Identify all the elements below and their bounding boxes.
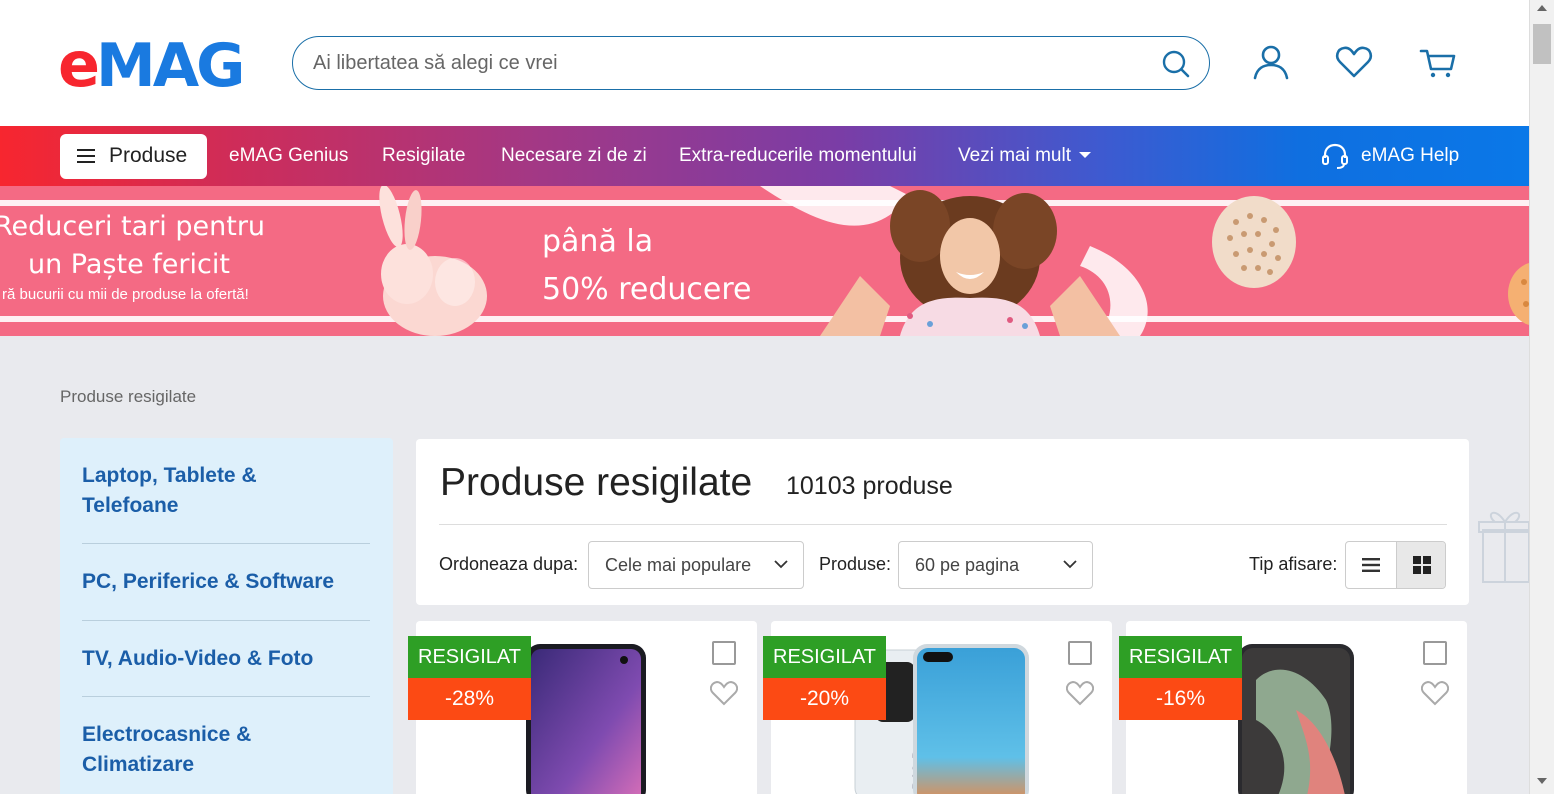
nav-item-resigilate[interactable]: Resigilate [382, 145, 465, 167]
banner-title-line1: Reduceri tari pentru [0, 211, 266, 242]
sidebar-item-label: PC, Periferice & Software [82, 570, 335, 593]
per-page-dropdown[interactable]: 60 pe pagina [898, 541, 1093, 589]
compare-checkbox[interactable] [1423, 641, 1447, 665]
sidebar-item-label: TV, Audio-Video & Foto [82, 647, 314, 670]
sidebar-item-electrocasnice-climatizare[interactable]: Electrocasnice & Climatizare [82, 720, 370, 780]
compare-checkbox[interactable] [712, 641, 736, 665]
banner-offer-line2: 50% reducere [542, 272, 752, 307]
scroll-thumb[interactable] [1533, 24, 1551, 64]
grid-view-icon [1413, 556, 1431, 574]
sidebar-item-tv-audio-video-foto[interactable]: TV, Audio-Video & Foto [82, 644, 370, 674]
divider [439, 524, 1447, 525]
heart-icon[interactable] [1066, 680, 1094, 706]
search-icon[interactable] [1161, 49, 1191, 79]
view-type-toggle [1345, 541, 1446, 589]
sidebar-item-label: Laptop, Tablete & [82, 464, 257, 487]
account-icon[interactable] [1251, 42, 1291, 82]
product-count: 10103 produse [786, 472, 953, 500]
sidebar-item-pc-periferice-software[interactable]: PC, Periferice & Software [82, 567, 370, 597]
nav-item-emag-genius[interactable]: eMAG Genius [229, 145, 348, 167]
sort-label: Ordoneaza dupa: [439, 554, 579, 574]
sidebar-item-label: Climatizare [82, 753, 195, 776]
banner-offer: până la 50% reducere [542, 218, 752, 314]
resigilat-badge: RESIGILAT [763, 636, 886, 678]
resigilat-badge: RESIGILAT [1119, 636, 1242, 678]
easter-egg-image [1508, 263, 1529, 325]
sidebar-divider [82, 620, 370, 621]
svg-text:e: e [58, 30, 98, 94]
sidebar-item-label: Telefoane [82, 494, 179, 517]
compare-checkbox[interactable] [1068, 641, 1092, 665]
product-image-phone[interactable] [524, 640, 648, 794]
grid-view-button[interactable] [1396, 542, 1445, 588]
woman-photo-image [760, 186, 1148, 336]
sort-value: Cele mai populare [605, 555, 752, 575]
per-page-value: 60 pe pagina [915, 555, 1020, 575]
category-sidebar: Laptop, Tablete & Telefoane PC, Periferi… [60, 438, 393, 794]
breadcrumb: Produse resigilate [60, 387, 197, 406]
nav-item-extra-reduceri[interactable]: Extra-reducerile momentului [679, 145, 917, 167]
resigilat-badge: RESIGILAT [408, 636, 531, 678]
view-type-label: Tip afisare: [1249, 554, 1338, 574]
hamburger-icon [77, 149, 95, 163]
easter-egg-image [1212, 196, 1296, 288]
promo-banner[interactable]: Reduceri tari pentru un Paște fericit ră… [0, 186, 1529, 336]
main-navigation: Produse eMAG Genius Resigilate Necesare … [0, 126, 1529, 186]
page-title: Produse resigilate [440, 461, 753, 504]
gift-decoration-icon [1478, 511, 1529, 583]
list-view-icon [1362, 558, 1380, 572]
heart-icon[interactable] [710, 680, 738, 706]
favorites-icon[interactable] [1334, 42, 1374, 82]
heart-icon[interactable] [1421, 680, 1449, 706]
banner-title: Reduceri tari pentru un Paște fericit [0, 208, 265, 284]
product-image-phone[interactable] [1236, 640, 1356, 794]
sidebar-item-laptop-tablete-telefoane[interactable]: Laptop, Tablete & Telefoane [82, 461, 370, 521]
search-input[interactable] [313, 49, 1133, 77]
chevron-down-icon [774, 560, 788, 569]
products-menu-label: Produse [109, 144, 188, 167]
banner-offer-line1: până la [542, 224, 654, 259]
headset-icon[interactable] [1320, 141, 1350, 171]
discount-badge: -28% [408, 678, 531, 720]
sort-dropdown[interactable]: Cele mai populare [588, 541, 804, 589]
chevron-down-icon [1063, 560, 1077, 569]
page-scrollbar[interactable] [1529, 0, 1554, 794]
sidebar-divider [82, 543, 370, 544]
products-menu-button[interactable]: Produse [60, 134, 207, 179]
scroll-up-arrow-icon[interactable] [1537, 5, 1547, 11]
list-view-button[interactable] [1346, 542, 1396, 588]
site-header: e MAG [0, 0, 1529, 126]
sidebar-item-label: Electrocasnice & [82, 723, 252, 746]
chevron-down-icon [1078, 152, 1091, 158]
nav-item-vezi-mai-mult-label: Vezi mai mult [958, 145, 1071, 166]
nav-item-emag-help[interactable]: eMAG Help [1361, 145, 1459, 167]
svg-text:MAG: MAG [96, 31, 242, 94]
scroll-down-arrow-icon[interactable] [1537, 778, 1547, 784]
cart-icon[interactable] [1418, 42, 1458, 82]
per-page-label: Produse: [819, 554, 892, 574]
nav-item-vezi-mai-mult[interactable]: Vezi mai mult [958, 145, 1091, 167]
search-bar [292, 36, 1210, 90]
nav-item-necesare-zi-de-zi[interactable]: Necesare zi de zi [501, 145, 647, 167]
discount-badge: -16% [1119, 678, 1242, 720]
discount-badge: -20% [763, 678, 886, 720]
listing-header-card: Produse resigilate 10103 produse Ordonea… [416, 439, 1469, 605]
bunny-figurine-image [379, 186, 487, 336]
banner-subtitle: ră bucurii cu mii de produse la ofertă! [2, 286, 249, 303]
emag-logo[interactable]: e MAG [58, 30, 264, 94]
banner-title-line2: un Paște fericit [28, 249, 230, 280]
sidebar-divider [82, 696, 370, 697]
